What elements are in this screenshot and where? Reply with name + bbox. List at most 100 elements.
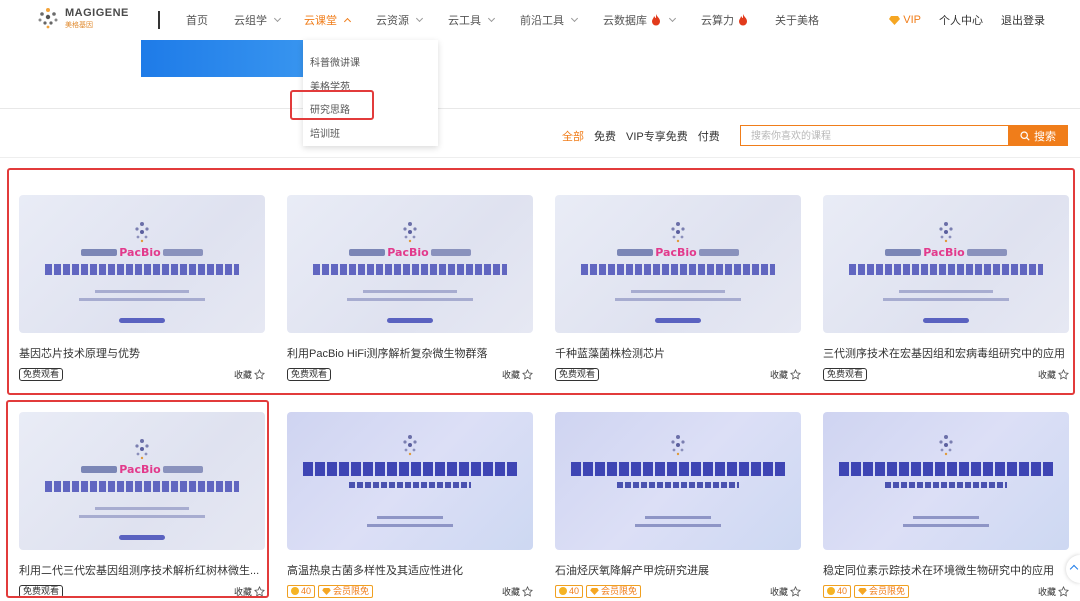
star-icon	[1058, 585, 1069, 597]
favorite-button[interactable]: 收藏	[770, 585, 801, 598]
favorite-label: 收藏	[769, 586, 788, 597]
search-icon	[1020, 130, 1030, 141]
course-title[interactable]: 高温热泉古菌多样性及其适应性进化	[287, 562, 533, 578]
nav-item-6[interactable]: 云数据库	[603, 12, 677, 28]
dropdown-highlight-box	[290, 90, 374, 120]
nav-item-7[interactable]: 云算力	[701, 12, 749, 28]
search-button[interactable]: 搜索	[1008, 125, 1068, 146]
thumbnail-info-line	[377, 516, 443, 519]
course-card[interactable]: 稳定同位素示踪技术在环境微生物研究中的应用 40 会员限免 收藏	[823, 412, 1069, 598]
course-title[interactable]: 稳定同位素示踪技术在环境微生物研究中的应用	[823, 562, 1069, 578]
thumbnail-info-line	[913, 516, 979, 519]
logo-divider	[158, 11, 160, 29]
course-thumbnail[interactable]	[823, 412, 1069, 550]
chevron-down-icon	[668, 14, 677, 23]
diamond-icon	[590, 587, 599, 595]
coin-amount: 40	[569, 585, 580, 596]
dropdown-item-science-lecture[interactable]: 科普微讲课	[310, 54, 360, 69]
dropdown-item-training[interactable]: 培训班	[310, 125, 340, 140]
price-badges: 40 会员限免	[823, 584, 912, 598]
nav-item-label: 云工具	[448, 15, 481, 27]
favorite-label: 收藏	[501, 586, 520, 597]
member-free-label: 会员限免	[869, 585, 906, 596]
thumbnail-subtitle-graphic	[617, 482, 739, 488]
chevron-up-icon	[343, 17, 352, 26]
brand-logo[interactable]: MAGIGENE 美格基因	[36, 6, 129, 30]
diamond-icon	[889, 15, 901, 25]
nav-item-4[interactable]: 云工具	[448, 12, 496, 28]
favorite-button[interactable]: 收藏	[1038, 585, 1069, 598]
nav-item-label: 云算力	[701, 15, 734, 27]
thumbnail-info-line	[903, 524, 989, 527]
magigene-logo-icon	[403, 435, 417, 456]
nav-item-8[interactable]: 关于美格	[775, 12, 819, 28]
member-free-label: 会员限免	[601, 585, 638, 596]
course-card[interactable]: 高温热泉古菌多样性及其适应性进化 40 会员限免 收藏	[287, 412, 533, 598]
chevron-down-icon	[487, 14, 496, 23]
search-input[interactable]	[741, 127, 1008, 146]
star-icon	[790, 585, 801, 597]
banner-image[interactable]	[141, 40, 321, 77]
nav-item-label: 前沿工具	[520, 15, 564, 27]
nav-item-2[interactable]: 云课堂	[304, 12, 352, 28]
logout-link[interactable]: 退出登录	[1001, 12, 1045, 28]
logo-icon	[38, 8, 58, 29]
chevron-down-icon	[415, 14, 424, 23]
account-link[interactable]: 个人中心	[939, 12, 983, 28]
chevron-down-icon	[570, 14, 579, 23]
nav-item-label: 云组学	[234, 15, 267, 27]
brand-name: MAGIGENE	[65, 6, 129, 19]
star-icon	[522, 585, 533, 597]
coin-amount: 40	[837, 585, 848, 596]
filter-all[interactable]: 全部	[562, 128, 584, 144]
chevron-down-icon	[273, 14, 282, 23]
price-filters: 全部 免费 VIP专享免费 付费	[562, 128, 730, 144]
thumbnail-info-line	[645, 516, 711, 519]
coin-badge: 40	[287, 584, 316, 598]
vip-label: VIP	[903, 14, 921, 26]
nav-item-5[interactable]: 前沿工具	[520, 12, 579, 28]
nav-item-3[interactable]: 云资源	[376, 12, 424, 28]
thumbnail-subtitle-graphic	[349, 482, 471, 488]
favorite-button[interactable]: 收藏	[502, 585, 533, 598]
nav-item-label: 云课堂	[304, 15, 337, 27]
course-footer: 40 会员限免 收藏	[555, 584, 801, 598]
nav-item-1[interactable]: 云组学	[234, 12, 282, 28]
price-badges: 40 会员限免	[287, 584, 376, 598]
nav-item-0[interactable]: 首页	[186, 12, 208, 28]
magigene-logo-icon	[671, 435, 685, 456]
hot-badge-icon	[652, 14, 660, 26]
filter-free[interactable]: 免费	[594, 128, 616, 144]
diamond-icon	[322, 587, 331, 595]
member-free-badge: 会员限免	[586, 584, 642, 598]
course-footer: 40 会员限免 收藏	[287, 584, 533, 598]
card5-highlight-box	[6, 400, 269, 598]
course-card[interactable]: 石油烃厌氧降解产甲烷研究进展 40 会员限免 收藏	[555, 412, 801, 598]
magigene-logo-icon	[939, 435, 953, 456]
section-divider	[0, 157, 1080, 158]
coin-icon	[291, 587, 299, 595]
favorite-label: 收藏	[1037, 586, 1056, 597]
coin-icon	[827, 587, 835, 595]
row1-highlight-box	[7, 168, 1075, 395]
thumbnail-info-line	[367, 524, 453, 527]
coin-badge: 40	[823, 584, 852, 598]
search-button-label: 搜索	[1034, 130, 1056, 143]
course-title[interactable]: 石油烃厌氧降解产甲烷研究进展	[555, 562, 801, 578]
search-box	[740, 125, 1008, 146]
hot-badge-icon	[739, 14, 747, 26]
course-thumbnail[interactable]	[287, 412, 533, 550]
member-free-label: 会员限免	[333, 585, 370, 596]
nav-item-label: 云资源	[376, 15, 409, 27]
thumbnail-title-graphic	[303, 462, 517, 476]
price-badges: 40 会员限免	[555, 584, 644, 598]
member-free-badge: 会员限免	[854, 584, 910, 598]
vip-link[interactable]: VIP	[889, 14, 921, 26]
course-footer: 40 会员限免 收藏	[823, 584, 1069, 598]
filter-vip-free[interactable]: VIP专享免费	[626, 128, 688, 144]
thumbnail-subtitle-graphic	[885, 482, 1007, 488]
filter-paid[interactable]: 付费	[698, 128, 720, 144]
thumbnail-info-line	[635, 524, 721, 527]
course-thumbnail[interactable]	[555, 412, 801, 550]
coin-badge: 40	[555, 584, 584, 598]
